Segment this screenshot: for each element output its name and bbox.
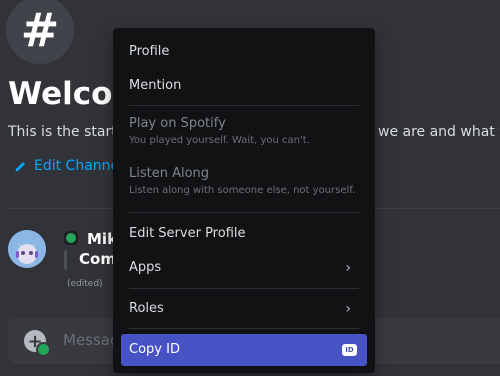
channel-description-start: This is the start bbox=[8, 124, 117, 140]
menu-item-mention-label: Mention bbox=[129, 78, 182, 93]
menu-separator bbox=[129, 288, 359, 289]
menu-item-profile-label: Profile bbox=[129, 44, 170, 59]
chevron-right-icon: › bbox=[345, 301, 351, 317]
user-avatar[interactable] bbox=[8, 230, 46, 268]
menu-item-mention[interactable]: Mention bbox=[121, 74, 367, 98]
menu-separator bbox=[129, 105, 359, 106]
menu-item-profile[interactable]: Profile bbox=[121, 40, 367, 64]
menu-item-roles-label: Roles bbox=[129, 301, 164, 316]
reply-bar bbox=[64, 250, 67, 270]
menu-item-apps[interactable]: Apps › bbox=[121, 256, 367, 280]
pencil-icon bbox=[15, 162, 25, 172]
menu-item-edit-server-profile[interactable]: Edit Server Profile bbox=[121, 222, 367, 246]
menu-item-edit-server-profile-label: Edit Server Profile bbox=[129, 226, 246, 241]
edit-channel-label: Edit Channe bbox=[34, 158, 120, 174]
menu-separator bbox=[129, 212, 359, 213]
edited-label: (edited) bbox=[67, 279, 103, 289]
menu-item-listen-along-subtext: Listen along with someone else, not your… bbox=[129, 185, 356, 196]
menu-item-apps-label: Apps bbox=[129, 260, 162, 275]
menu-item-play-on-spotify-subtext: You played yourself. Wait, you can't. bbox=[129, 135, 310, 146]
menu-item-play-on-spotify: Play on Spotify You played yourself. Wai… bbox=[121, 116, 367, 156]
channel-hash-icon: # bbox=[6, 0, 74, 64]
edit-channel-link[interactable]: Edit Channe bbox=[14, 158, 119, 174]
chevron-right-icon: › bbox=[345, 260, 351, 276]
menu-item-roles[interactable]: Roles › bbox=[121, 297, 367, 321]
menu-item-copy-id-label: Copy ID bbox=[129, 342, 180, 357]
cat-avatar-icon bbox=[8, 230, 46, 268]
menu-item-copy-id[interactable]: Copy ID ID bbox=[121, 334, 367, 366]
online-status-icon bbox=[64, 231, 78, 245]
menu-item-listen-along-label: Listen Along bbox=[129, 166, 210, 181]
menu-item-play-on-spotify-label: Play on Spotify bbox=[129, 116, 226, 131]
channel-description-end: we are and what w bbox=[378, 124, 500, 140]
menu-item-listen-along: Listen Along Listen along with someone e… bbox=[121, 166, 367, 206]
id-badge-icon: ID bbox=[342, 344, 357, 356]
menu-separator bbox=[129, 328, 359, 329]
user-context-menu: Profile Mention Play on Spotify You play… bbox=[113, 28, 375, 373]
plus-badge-icon bbox=[36, 342, 51, 357]
